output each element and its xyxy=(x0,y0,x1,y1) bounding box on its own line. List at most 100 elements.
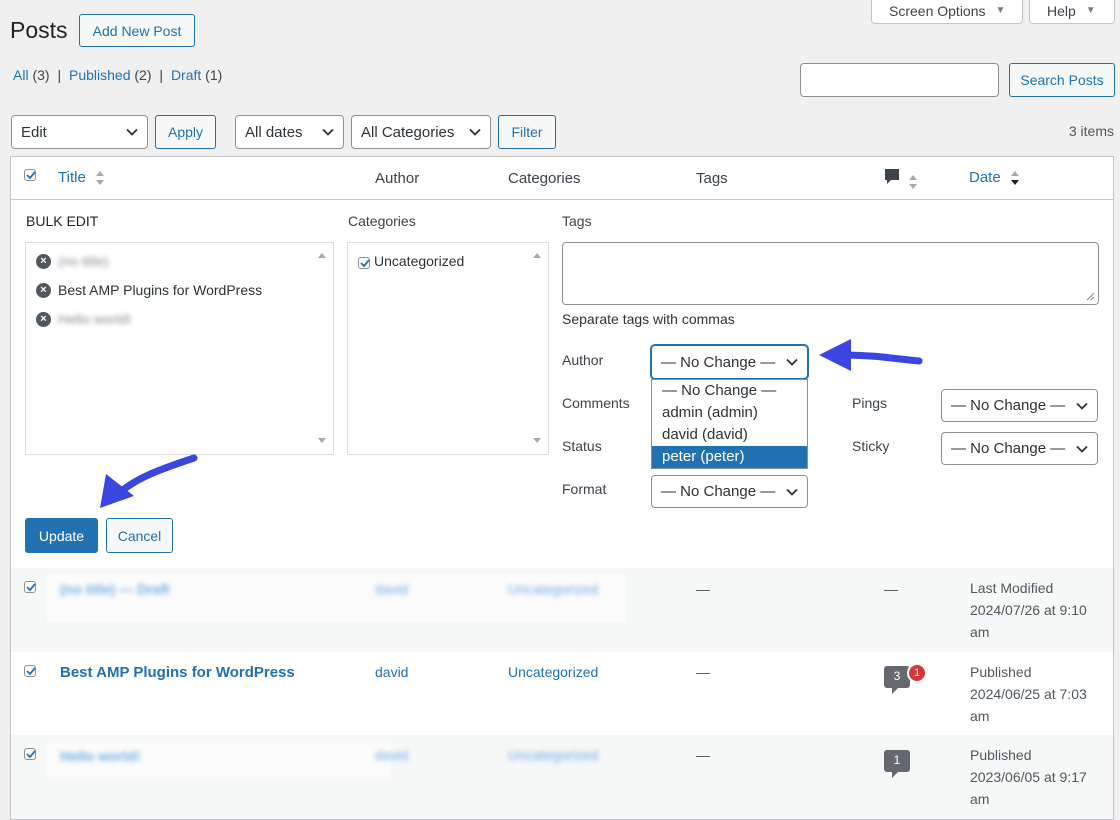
cancel-button[interactable]: Cancel xyxy=(106,518,173,553)
sort-desc-icon xyxy=(1010,171,1019,186)
column-categories: Categories xyxy=(508,170,581,187)
category-label: Uncategorized xyxy=(374,253,465,269)
help-tab[interactable]: Help ▼ xyxy=(1029,0,1115,24)
screen-options-tab[interactable]: Screen Options ▼ xyxy=(871,0,1023,24)
chevron-down-icon xyxy=(786,488,798,496)
arrow-pointer-icon xyxy=(819,339,923,371)
remove-post-icon[interactable]: × xyxy=(36,254,51,269)
sort-icon xyxy=(95,171,104,186)
author-option[interactable]: admin (admin) xyxy=(652,402,807,424)
dates-filter-select[interactable]: All dates xyxy=(235,115,344,149)
update-button[interactable]: Update xyxy=(25,518,98,553)
caret-down-icon: ▼ xyxy=(1085,5,1096,16)
row-category-link[interactable]: Uncategorized xyxy=(508,661,598,683)
author-option-selected[interactable]: peter (peter) xyxy=(652,446,807,468)
row-comments: — xyxy=(884,581,898,597)
row-date: Published 2023/06/05 at 9:17 am xyxy=(970,744,1110,810)
row-category-link[interactable]: Uncategorized xyxy=(508,578,598,600)
comment-count-bubble[interactable]: 1 xyxy=(884,750,911,778)
view-all-link[interactable]: All xyxy=(13,67,29,83)
column-date[interactable]: Date xyxy=(969,169,1020,187)
bulk-post-item: Best AMP Plugins for WordPress xyxy=(58,282,263,298)
resize-handle-icon[interactable] xyxy=(1085,291,1095,301)
row-date-ampm: am xyxy=(970,708,990,724)
row-title-link[interactable]: Hello world! xyxy=(60,745,140,767)
view-all-count: (3) xyxy=(32,67,50,83)
sort-icon xyxy=(908,175,917,190)
bulk-action-select[interactable]: Edit xyxy=(11,115,148,149)
bulk-edit-heading: BULK EDIT xyxy=(26,213,99,229)
author-option[interactable]: — No Change — xyxy=(652,380,807,402)
status-label: Status xyxy=(562,438,602,454)
apply-button[interactable]: Apply xyxy=(155,115,216,149)
add-new-post-button[interactable]: Add New Post xyxy=(79,14,195,47)
bulk-post-item: Hello world! xyxy=(58,311,132,327)
sticky-select[interactable]: — No Change — xyxy=(941,432,1098,465)
row-title-link[interactable]: Best AMP Plugins for WordPress xyxy=(60,662,295,684)
row-category-link[interactable]: Uncategorized xyxy=(508,744,598,766)
categories-filter-value: All Categories xyxy=(361,123,455,141)
separator: | xyxy=(159,67,164,83)
bulk-titles-list xyxy=(25,242,334,455)
remove-post-icon[interactable]: × xyxy=(36,283,51,298)
view-published-link[interactable]: Published xyxy=(69,67,131,83)
row-tags: — xyxy=(696,581,710,597)
row-author-link[interactable]: david xyxy=(375,578,408,600)
row-date-ampm: am xyxy=(970,624,990,640)
column-comments[interactable] xyxy=(884,168,918,191)
chevron-down-icon xyxy=(322,128,334,136)
filter-button[interactable]: Filter xyxy=(498,115,556,149)
search-posts-button[interactable]: Search Posts xyxy=(1009,63,1115,97)
sticky-label: Sticky xyxy=(852,438,890,454)
sticky-select-value: — No Change — xyxy=(951,440,1066,457)
row-date-status: Published xyxy=(970,664,1032,680)
chevron-down-icon xyxy=(786,358,798,366)
row-author-link[interactable]: david xyxy=(375,661,408,683)
titles-scrollbar[interactable] xyxy=(315,245,329,451)
category-checkbox[interactable] xyxy=(358,257,370,269)
caret-down-icon: ▼ xyxy=(995,5,1006,16)
author-dropdown-list: — No Change — admin (admin) david (david… xyxy=(651,379,808,469)
row-title-link[interactable]: (no title) — Draft xyxy=(60,578,170,600)
page-title: Posts xyxy=(10,17,68,43)
format-select[interactable]: — No Change — xyxy=(651,475,808,508)
pending-comments-badge[interactable]: 1 xyxy=(907,663,927,683)
row-date-value: 2024/06/25 at 7:03 xyxy=(970,686,1087,702)
author-label: Author xyxy=(562,352,604,368)
categories-filter-select[interactable]: All Categories xyxy=(351,115,491,149)
bulk-categories-label: Categories xyxy=(348,213,416,229)
view-draft-link[interactable]: Draft xyxy=(171,67,201,83)
search-input[interactable] xyxy=(800,63,999,97)
bulk-action-value: Edit xyxy=(21,123,47,141)
row-tags: — xyxy=(696,747,710,763)
pings-label: Pings xyxy=(852,395,888,411)
format-select-value: — No Change — xyxy=(661,483,776,500)
bulk-categories-list xyxy=(347,242,549,455)
row-checkbox[interactable] xyxy=(24,665,36,677)
dates-filter-value: All dates xyxy=(245,123,303,141)
categories-scrollbar[interactable] xyxy=(530,245,544,451)
row-date: Last Modified 2024/07/26 at 9:10 am xyxy=(970,577,1110,643)
row-checkbox[interactable] xyxy=(24,581,36,593)
comments-label: Comments xyxy=(562,395,630,411)
comment-bubble-icon xyxy=(885,169,899,184)
view-draft-count: (1) xyxy=(205,67,223,83)
bulk-tags-textarea[interactable] xyxy=(562,242,1099,305)
screen-options-label: Screen Options xyxy=(889,2,986,19)
column-tags: Tags xyxy=(696,170,728,187)
row-tags: — xyxy=(696,664,710,680)
pings-select-value: — No Change — xyxy=(951,397,1066,414)
pings-select[interactable]: — No Change — xyxy=(941,389,1098,422)
column-title[interactable]: Title xyxy=(58,169,105,187)
chevron-down-icon xyxy=(469,128,481,136)
bulk-post-item: (no title) xyxy=(58,253,109,269)
column-date-label: Date xyxy=(969,169,1001,186)
author-select[interactable]: — No Change — xyxy=(651,345,808,379)
row-checkbox[interactable] xyxy=(24,748,36,760)
row-author-link[interactable]: david xyxy=(375,744,408,766)
author-option[interactable]: david (david) xyxy=(652,424,807,446)
select-all-checkbox[interactable] xyxy=(24,169,36,181)
column-author: Author xyxy=(375,170,420,187)
view-published-count: (2) xyxy=(134,67,152,83)
remove-post-icon[interactable]: × xyxy=(36,312,51,327)
